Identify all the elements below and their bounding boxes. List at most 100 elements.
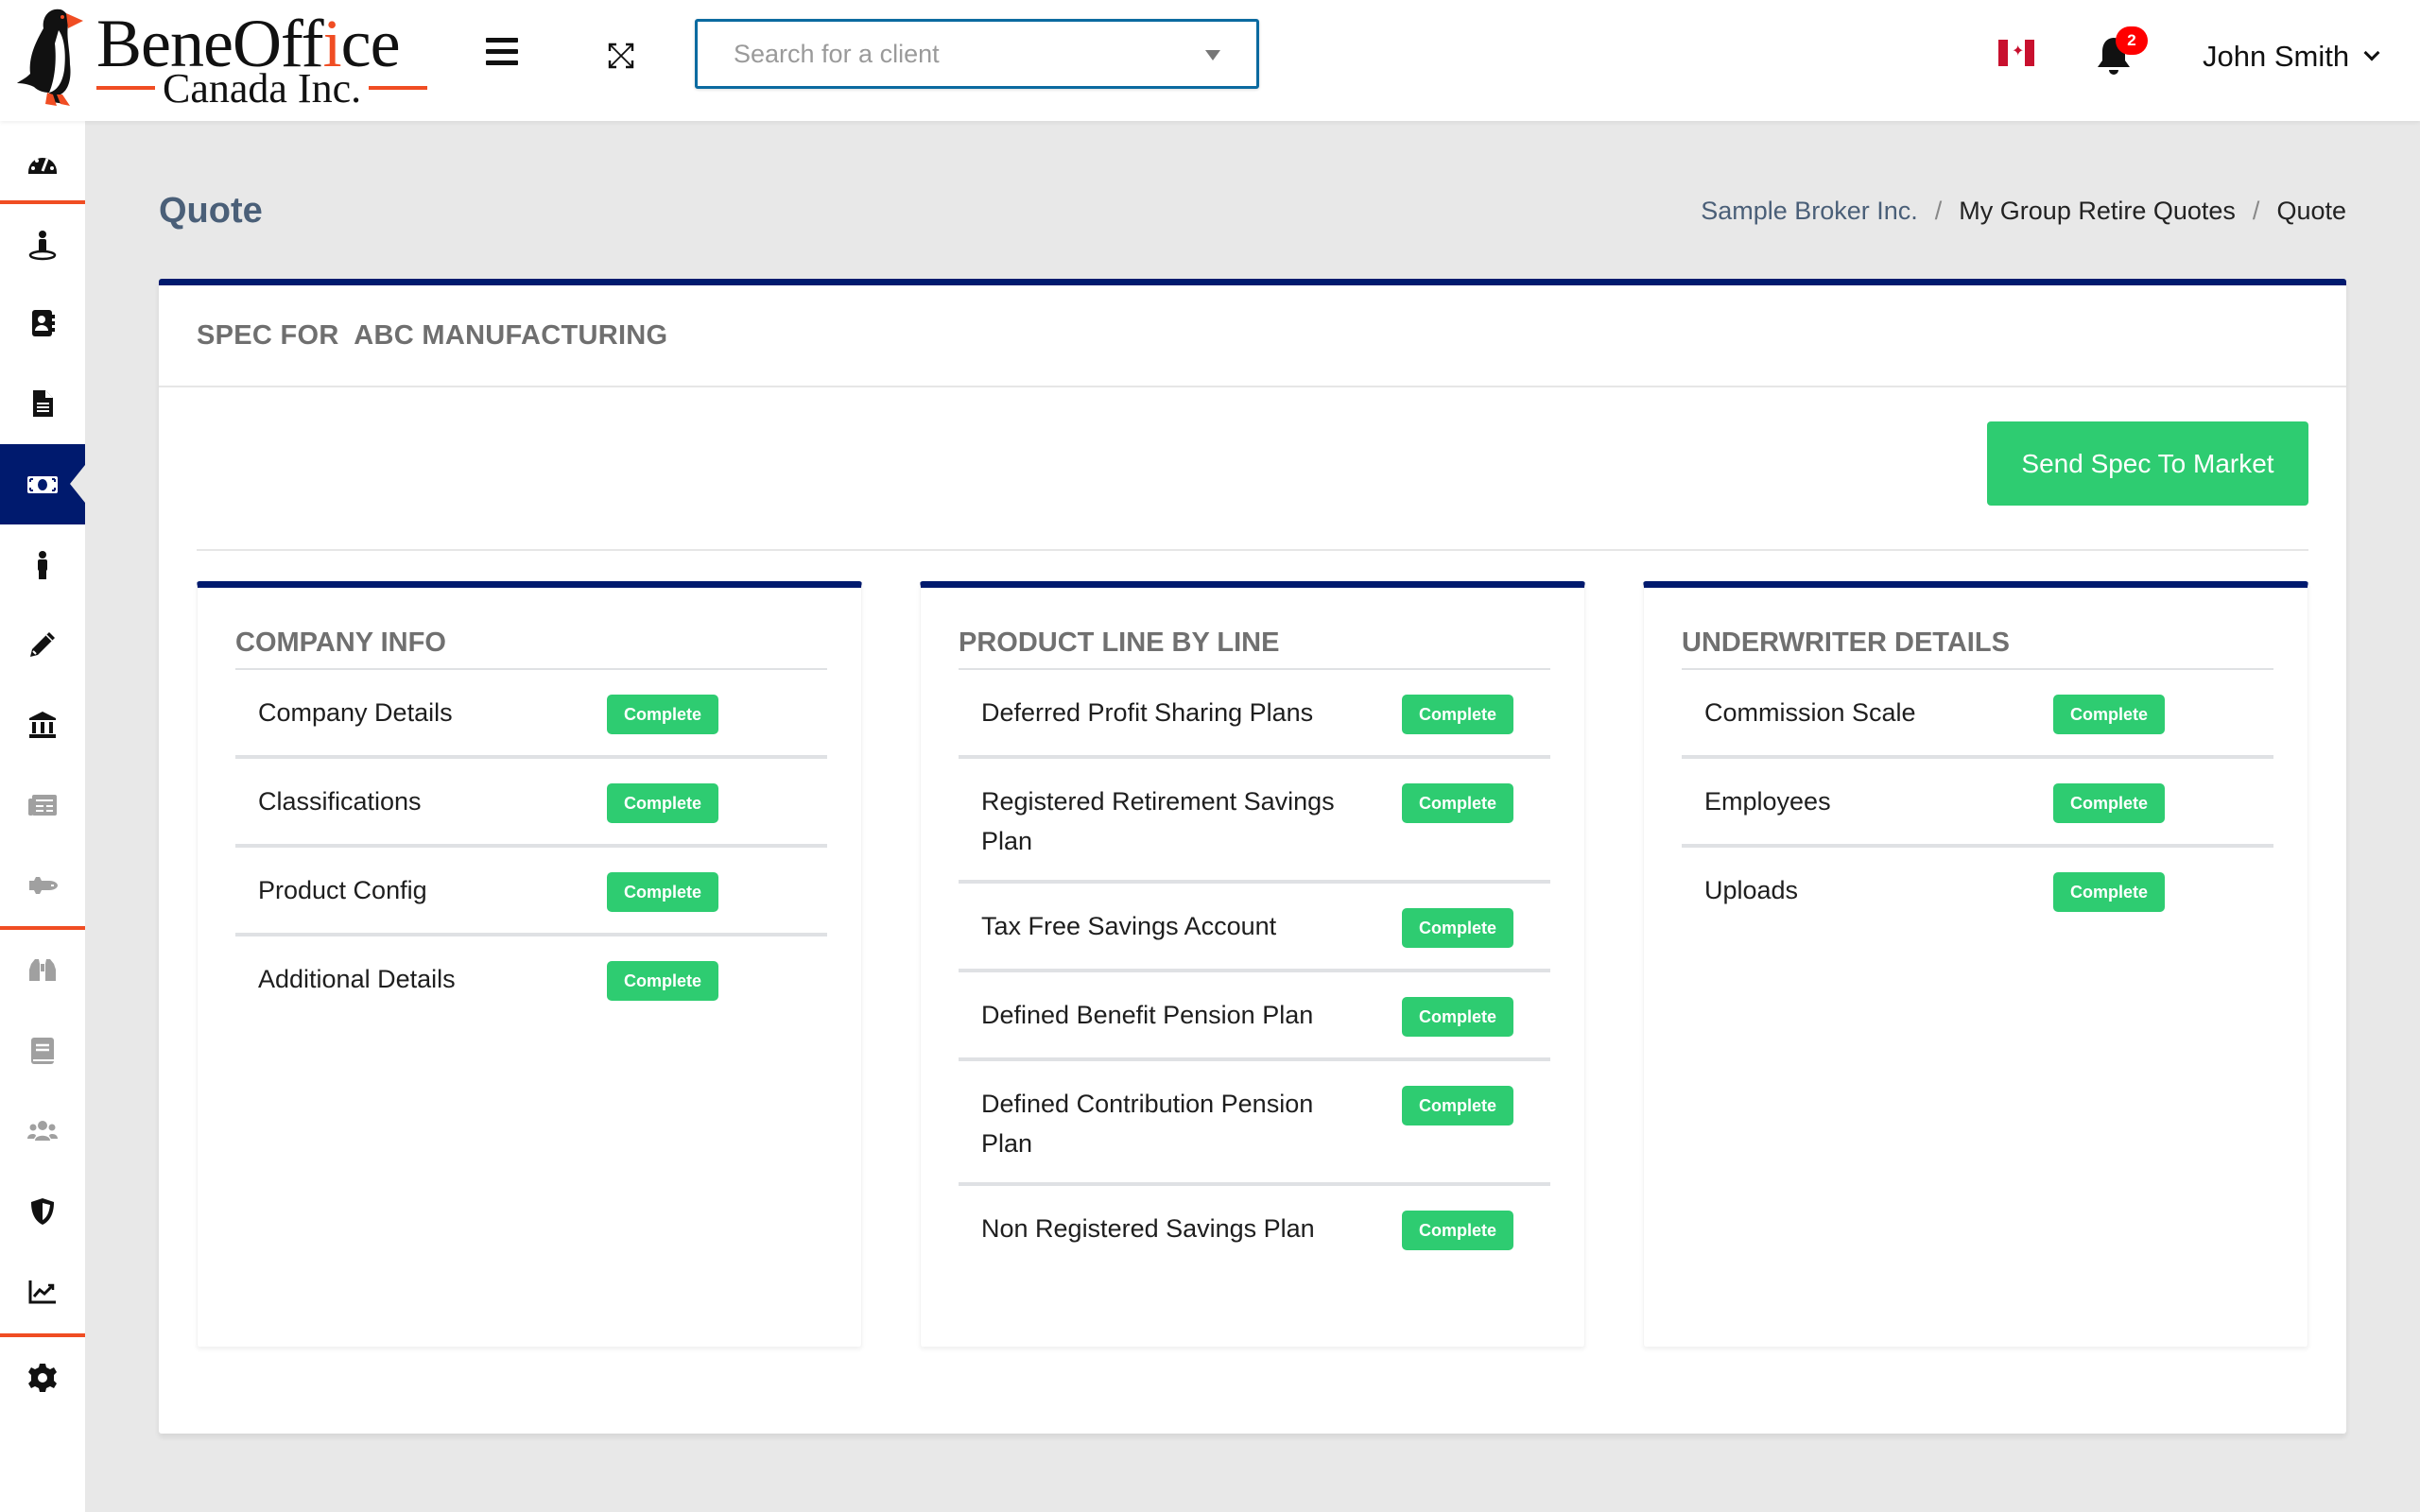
list-item[interactable]: Deferred Profit Sharing Plans Complete — [959, 670, 1550, 759]
status-badge: Complete — [607, 872, 718, 912]
status-badge: Complete — [1402, 695, 1513, 734]
list-item[interactable]: Classifications Complete — [235, 759, 827, 848]
section-list: Commission Scale Complete Employees Comple… — [1682, 668, 2273, 936]
list-item[interactable]: Defined Contribution Pension Plan Complet… — [959, 1061, 1550, 1186]
status-badge: Complete — [607, 961, 718, 1001]
section-card-company-info: COMPANY INFO Company Details Complete Cla… — [197, 581, 862, 1347]
list-item[interactable]: Tax Free Savings Account Complete — [959, 884, 1550, 972]
space-shuttle-icon — [29, 876, 58, 894]
canada-flag-icon[interactable]: ✦ — [1998, 40, 2034, 66]
status-badge: Complete — [1402, 997, 1513, 1037]
client-search-input[interactable] — [698, 22, 1256, 86]
list-item[interactable]: Uploads Complete — [1682, 848, 2273, 936]
status-badge: Complete — [1402, 783, 1513, 823]
item-label: Defined Benefit Pension Plan — [981, 1001, 1314, 1029]
person-location-icon — [28, 230, 57, 260]
spec-title: SPEC FOR ABC MANUFACTURING — [197, 319, 668, 351]
section-list: Company Details Complete Classifications C… — [235, 668, 827, 1025]
item-label: Registered Retirement Savings Plan — [981, 787, 1335, 855]
address-book-icon — [32, 309, 55, 336]
item-label: Non Registered Savings Plan — [981, 1214, 1315, 1243]
item-label: Defined Contribution Pension Plan — [981, 1090, 1314, 1158]
item-label: Tax Free Savings Account — [981, 912, 1277, 940]
sidebar-item-explore[interactable] — [0, 930, 85, 1010]
users-icon — [27, 1120, 58, 1141]
dashboard-gauge-icon — [28, 157, 57, 174]
puffin-logo-icon — [17, 9, 83, 106]
section-list: Deferred Profit Sharing Plans Complete Re… — [959, 668, 1550, 1275]
list-item[interactable]: Non Registered Savings Plan Complete — [959, 1186, 1550, 1275]
top-bar: BeneOffice Canada Inc. ✦ 2 John Smith — [0, 0, 2420, 121]
document-icon — [33, 389, 53, 417]
beneoffice-logo[interactable]: BeneOffice Canada Inc. — [11, 4, 437, 112]
list-item[interactable]: Product Config Complete — [235, 848, 827, 936]
status-badge: Complete — [1402, 1086, 1513, 1125]
sidebar-item-news[interactable] — [0, 765, 85, 845]
person-icon — [38, 550, 47, 579]
sidebar-item-contacts[interactable] — [0, 283, 85, 363]
notifications-button[interactable]: 2 — [2095, 26, 2148, 76]
client-search-select[interactable] — [695, 19, 1259, 89]
list-item[interactable]: Defined Benefit Pension Plan Complete — [959, 972, 1550, 1061]
breadcrumb-link-quotes[interactable]: My Group Retire Quotes — [1959, 197, 2236, 226]
section-title: COMPANY INFO — [235, 627, 446, 658]
send-spec-to-market-button[interactable]: Send Spec To Market — [1987, 421, 2308, 506]
list-item[interactable]: Commission Scale Complete — [1682, 670, 2273, 759]
status-badge: Complete — [2053, 872, 2165, 912]
newspaper-icon — [28, 794, 57, 816]
sidebar-item-groups[interactable] — [0, 1091, 85, 1171]
item-label: Company Details — [258, 698, 453, 727]
item-label: Classifications — [258, 787, 422, 816]
breadcrumb-current: Quote — [2276, 197, 2346, 225]
user-menu[interactable]: John Smith — [2203, 38, 2380, 76]
sidebar-item-clients[interactable] — [0, 204, 85, 284]
breadcrumb: Sample Broker Inc. / My Group Retire Quo… — [1701, 197, 2346, 226]
sidebar-item-person[interactable] — [0, 524, 85, 605]
pencil-icon — [30, 631, 55, 657]
sidebar-item-documents[interactable] — [0, 363, 85, 443]
spec-panel: SPEC FOR ABC MANUFACTURING Send Spec To … — [159, 279, 2346, 1434]
item-label: Additional Details — [258, 965, 456, 993]
page-title: Quote — [159, 191, 263, 231]
sidebar-item-settings[interactable] — [0, 1337, 85, 1418]
user-name: John Smith — [2203, 40, 2350, 73]
notification-count-badge: 2 — [2116, 26, 2148, 55]
sidebar-item-security[interactable] — [0, 1171, 85, 1251]
status-badge: Complete — [607, 695, 718, 734]
sidebar — [0, 121, 85, 1512]
chart-line-icon — [28, 1280, 56, 1303]
item-label: Uploads — [1704, 876, 1799, 904]
item-label: Commission Scale — [1704, 698, 1916, 727]
section-card-product-line: PRODUCT LINE BY LINE Deferred Profit Sha… — [920, 581, 1585, 1347]
list-item[interactable]: Registered Retirement Savings Plan Comple… — [959, 759, 1550, 884]
sidebar-item-dashboard[interactable] — [0, 123, 85, 203]
sidebar-item-edit[interactable] — [0, 604, 85, 684]
list-item[interactable]: Company Details Complete — [235, 670, 827, 759]
bank-icon — [29, 711, 56, 738]
list-item[interactable]: Additional Details Complete — [235, 936, 827, 1025]
sidebar-item-reports[interactable] — [0, 1251, 85, 1332]
fullscreen-icon[interactable] — [607, 42, 635, 70]
status-badge: Complete — [1402, 908, 1513, 948]
item-label: Product Config — [258, 876, 427, 904]
item-label: Deferred Profit Sharing Plans — [981, 698, 1314, 727]
sidebar-item-institutions[interactable] — [0, 684, 85, 765]
section-title: UNDERWRITER DETAILS — [1682, 627, 2010, 658]
sidebar-item-library[interactable] — [0, 1010, 85, 1091]
spec-panel-header: SPEC FOR ABC MANUFACTURING — [159, 285, 2346, 387]
dropdown-caret-icon[interactable] — [1205, 50, 1220, 60]
hamburger-icon[interactable] — [486, 38, 518, 66]
status-badge: Complete — [1402, 1211, 1513, 1250]
sidebar-item-quotes[interactable] — [0, 444, 85, 524]
sidebar-item-launch[interactable] — [0, 845, 85, 925]
section-card-underwriter: UNDERWRITER DETAILS Commission Scale Comp… — [1643, 581, 2308, 1347]
chevron-down-icon — [2363, 44, 2380, 61]
binoculars-icon — [29, 958, 56, 981]
status-badge: Complete — [607, 783, 718, 823]
divider — [197, 549, 2308, 551]
item-label: Employees — [1704, 787, 1831, 816]
status-badge: Complete — [2053, 783, 2165, 823]
book-icon — [31, 1037, 54, 1064]
list-item[interactable]: Employees Complete — [1682, 759, 2273, 848]
breadcrumb-link-broker[interactable]: Sample Broker Inc. — [1701, 197, 1918, 226]
